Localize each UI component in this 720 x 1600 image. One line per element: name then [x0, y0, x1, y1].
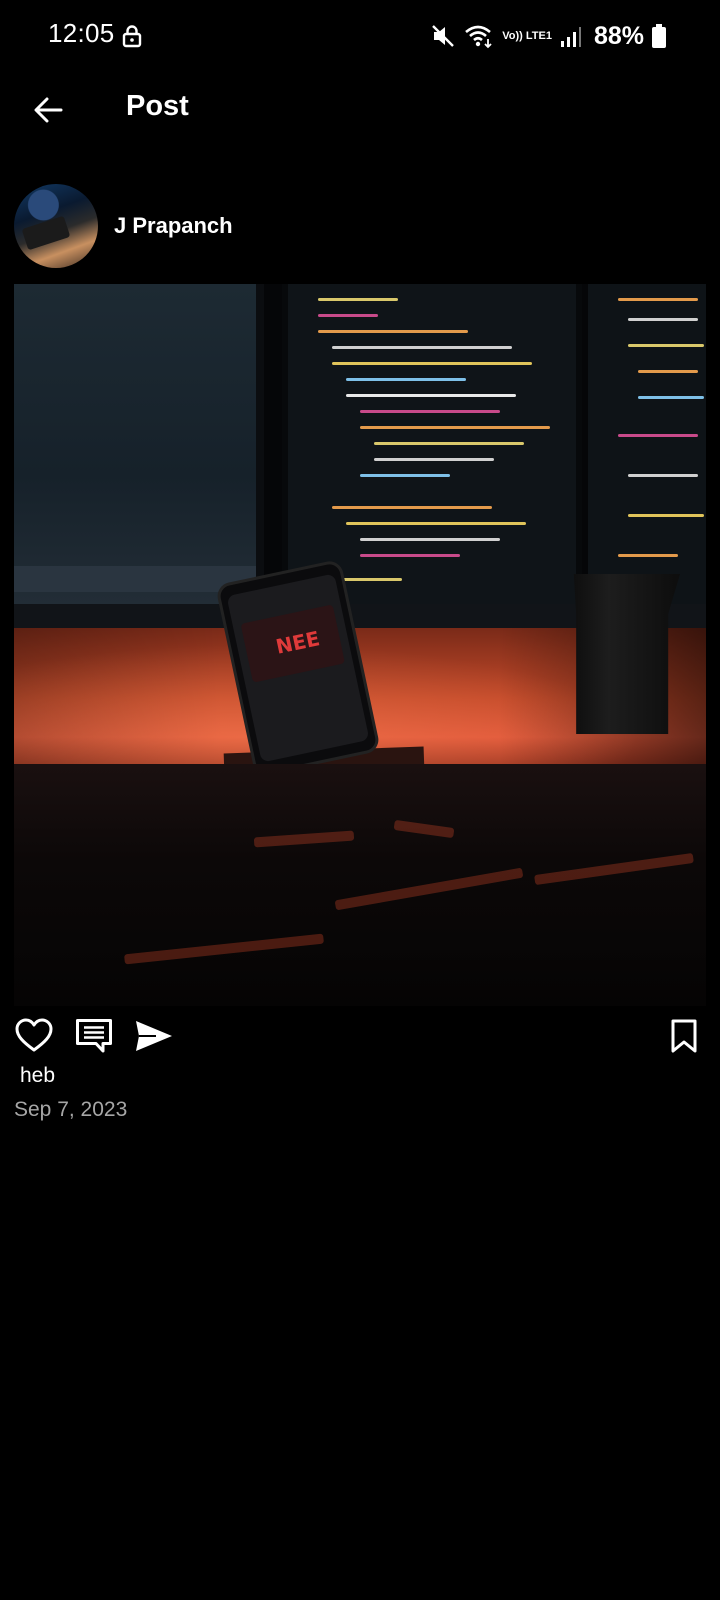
status-icons: Vo)) LTE1 88% — [430, 18, 666, 54]
send-icon — [136, 1021, 172, 1051]
image-monitor-left — [14, 284, 264, 604]
post-actions — [0, 1010, 720, 1070]
network-type-label: Vo)) LTE1 — [502, 29, 552, 42]
post-caption: heb — [20, 1064, 56, 1087]
page-title: Post — [126, 90, 189, 122]
comment-button[interactable] — [72, 1014, 116, 1058]
wifi-icon — [465, 25, 492, 49]
image-keyboard — [14, 764, 706, 1006]
post-date: Sep 7, 2023 — [14, 1098, 128, 1121]
username[interactable]: J Prapanch — [114, 213, 233, 239]
heart-icon — [15, 1018, 53, 1052]
phone-album-text: NEE — [273, 626, 322, 659]
share-button[interactable] — [132, 1014, 176, 1058]
arrow-left-icon — [34, 97, 63, 123]
image-monitor-right — [588, 284, 706, 604]
app-bar: Post — [0, 72, 720, 148]
status-time: 12:05 — [48, 18, 115, 48]
comment-icon — [76, 1019, 112, 1053]
avatar[interactable] — [14, 184, 98, 268]
mute-icon — [432, 25, 455, 47]
bookmark-icon — [671, 1019, 697, 1053]
lock-icon — [122, 25, 142, 48]
post-image[interactable]: NEE — [14, 284, 706, 1006]
battery-icon — [652, 24, 666, 48]
status-bar: 12:05 Vo)) LTE1 88% — [0, 0, 720, 72]
post-author[interactable]: J Prapanch — [14, 184, 233, 268]
image-monitor-code — [282, 284, 582, 604]
save-button[interactable] — [662, 1014, 706, 1058]
like-button[interactable] — [12, 1014, 56, 1058]
battery-percentage: 88% — [593, 21, 644, 50]
signal-icon — [560, 27, 581, 47]
post-screen: 12:05 Vo)) LTE1 88% Post J Prapanch NEE … — [0, 0, 720, 1600]
back-button[interactable] — [26, 88, 70, 132]
image-camera-lens — [573, 574, 680, 734]
